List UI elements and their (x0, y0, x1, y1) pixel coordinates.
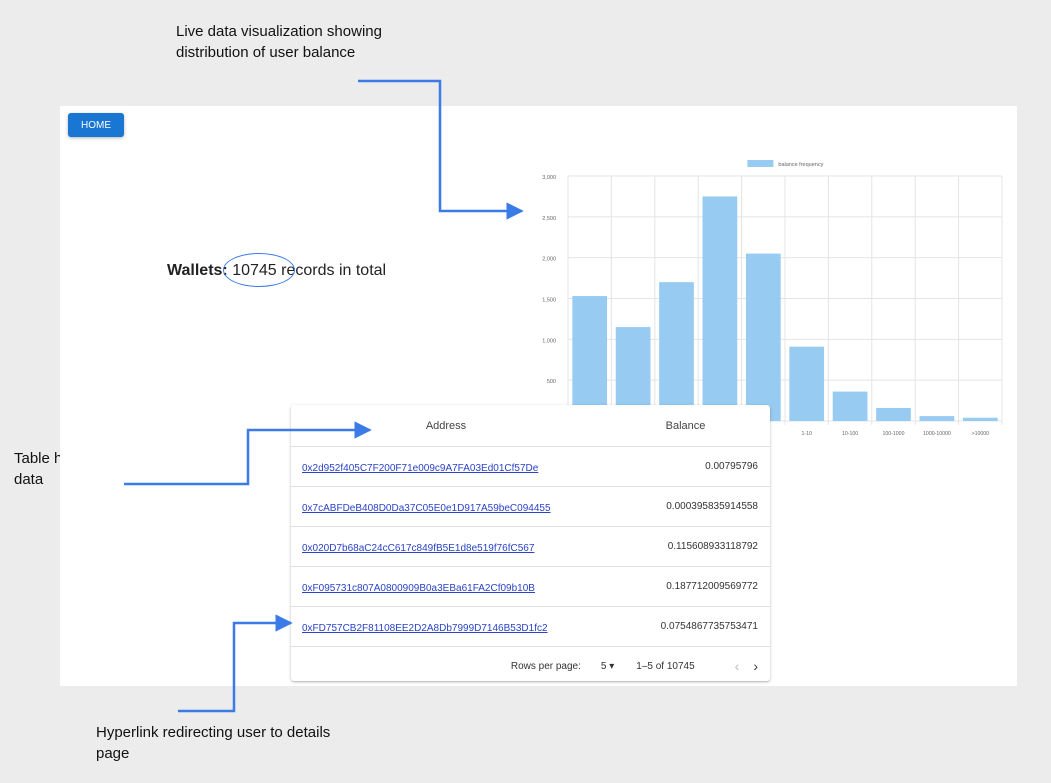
records-suffix: records in total (281, 262, 387, 279)
chart-bar (832, 391, 868, 421)
table-row: 0x020D7b68aC24cC617c849fB5E1d8e519f76fC5… (291, 527, 770, 567)
balance-cell: 0.00795796 (705, 461, 758, 472)
x-tick-label: >10000 (972, 431, 990, 437)
table-pagination: Rows per page: 5 ▾ 1–5 of 10745 ‹ › (291, 647, 770, 685)
annotation-link: Hyperlink redirecting user to details pa… (96, 724, 331, 762)
previous-page-icon[interactable]: ‹ (735, 658, 740, 674)
chart-bar (745, 253, 781, 421)
address-cell: 0x2d952f405C7F200F71e009c9A7FA03Ed01Cf57… (291, 458, 601, 476)
address-link[interactable]: 0xF095731c807A0800909B0a3EBa61FA2Cf09b10… (302, 583, 535, 594)
chart-bar (572, 296, 608, 421)
y-tick-label: 2,500 (542, 216, 556, 222)
dropdown-arrow-icon: ▾ (609, 660, 615, 672)
address-cell: 0x020D7b68aC24cC617c849fB5E1d8e519f76fC5… (291, 538, 601, 556)
chart-bar (702, 196, 738, 421)
y-tick-label: 500 (547, 379, 556, 385)
table-row: 0x2d952f405C7F200F71e009c9A7FA03Ed01Cf57… (291, 447, 770, 487)
rows-per-page-label: Rows per page: (510, 660, 581, 672)
rows-per-page-select[interactable]: 5 ▾ (601, 661, 614, 672)
wallets-summary: Wallets: 10745 records in total (167, 253, 387, 287)
wallets-label: Wallets: (167, 262, 228, 279)
chart-bar (789, 346, 825, 421)
chart-bar (659, 282, 694, 421)
balance-cell: 0.0754867735753471 (660, 621, 758, 632)
column-header-address[interactable]: Address (291, 420, 601, 432)
address-cell: 0x7cABFDeB408D0Da37C05E0e1D917A59beC0944… (291, 498, 601, 516)
y-tick-label: 1,500 (542, 298, 556, 304)
address-link[interactable]: 0x2d952f405C7F200F71e009c9A7FA03Ed01Cf57… (302, 463, 538, 474)
pagination-range: 1–5 of 10745 (636, 660, 695, 672)
table-row: 0xF095731c807A0800909B0a3EBa61FA2Cf09b10… (291, 567, 770, 607)
column-header-balance[interactable]: Balance (601, 420, 770, 432)
address-link[interactable]: 0x020D7b68aC24cC617c849fB5E1d8e519f76fC5… (302, 543, 534, 554)
x-tick-label: 1-10 (802, 431, 812, 437)
chart-bar (962, 417, 998, 421)
rows-per-page-value: 5 (600, 660, 607, 672)
x-tick-label: 1000-10000 (923, 431, 951, 437)
address-link[interactable]: 0x7cABFDeB408D0Da37C05E0e1D917A59beC0944… (302, 503, 551, 514)
annotation-chart: Live data visualization showing distribu… (176, 23, 382, 61)
balance-cell: 0.187712009569772 (666, 581, 758, 592)
x-tick-label: 100-1000 (883, 431, 905, 437)
record-count-highlight (223, 253, 296, 287)
y-tick-label: 1,000 (542, 338, 556, 344)
y-tick-label: 2,000 (542, 257, 556, 263)
balance-cell: 0.000395835914558 (666, 501, 758, 512)
x-tick-label: 10-100 (842, 431, 858, 437)
chart-bar (876, 407, 911, 421)
next-page-icon[interactable]: › (753, 658, 758, 674)
address-cell: 0xFD757CB2F81108EE2D2A8Db7999D7146B53D1f… (291, 618, 601, 636)
table-row: 0xFD757CB2F81108EE2D2A8Db7999D7146B53D1f… (291, 607, 770, 647)
chart-legend-label: balance frequency (778, 162, 823, 168)
address-link[interactable]: 0xFD757CB2F81108EE2D2A8Db7999D7146B53D1f… (302, 623, 548, 634)
table-head: Address Balance (291, 405, 770, 447)
home-button[interactable]: HOME (68, 113, 124, 137)
y-tick-label: 3,000 (542, 175, 556, 181)
table-row: 0x7cABFDeB408D0Da37C05E0e1D917A59beC0944… (291, 487, 770, 527)
balance-cell: 0.115608933118792 (667, 541, 758, 552)
chart-bar (919, 416, 955, 421)
wallets-table: Address Balance 0x2d952f405C7F200F71e009… (291, 405, 770, 681)
record-count-wrap: 10745 (223, 253, 296, 287)
chart-legend-swatch (747, 160, 774, 167)
address-cell: 0xF095731c807A0800909B0a3EBa61FA2Cf09b10… (291, 578, 601, 596)
app-page: HOME Wallets: 10745 records in total 050… (60, 106, 1017, 686)
